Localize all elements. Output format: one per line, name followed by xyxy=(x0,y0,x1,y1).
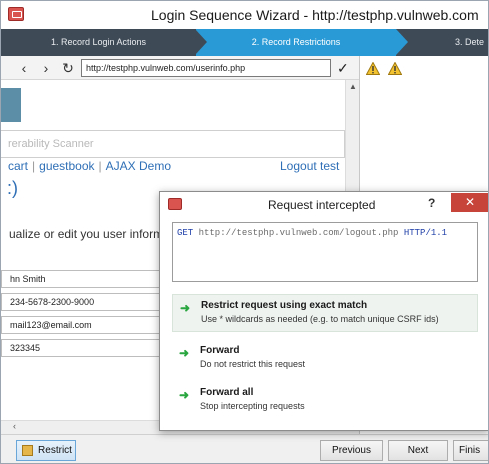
dialog-title: Request intercepted xyxy=(268,198,376,212)
banner-text: rerability Scanner xyxy=(8,138,94,150)
option-forward-all[interactable]: ➜ Forward all Stop intercepting requests xyxy=(172,382,478,420)
scroll-left-icon[interactable]: ‹ xyxy=(13,421,16,431)
menu-link-cart[interactable]: cart xyxy=(8,159,28,173)
reload-icon[interactable]: ↻ xyxy=(59,59,77,77)
option-description: Use * wildcards as needed (e.g. to match… xyxy=(201,314,439,324)
site-menu: cart | guestbook | AJAX Demo xyxy=(8,159,172,173)
logout-link[interactable]: Logout test xyxy=(280,159,339,173)
arrow-right-icon: ➜ xyxy=(179,388,190,402)
request-url: http://testphp.vulnweb.com/logout.php xyxy=(198,228,399,238)
chevron-right-icon[interactable]: › xyxy=(37,59,55,77)
request-method: GET xyxy=(177,228,194,238)
help-icon[interactable]: ? xyxy=(428,196,435,210)
bottom-bar: Restrict Previous Next Finis xyxy=(1,434,488,463)
url-input[interactable]: http://testphp.vulnweb.com/userinfo.php xyxy=(81,59,331,77)
step-detect[interactable]: 3. Dete xyxy=(401,29,488,56)
app-icon xyxy=(168,198,182,210)
close-icon[interactable]: ✕ xyxy=(451,193,488,212)
warning-icon[interactable] xyxy=(366,62,380,75)
option-restrict-exact-match[interactable]: ➜ Restrict request using exact match Use… xyxy=(172,294,478,332)
name-field[interactable]: hn Smith xyxy=(1,270,161,288)
option-title: Restrict request using exact match xyxy=(201,300,368,311)
dialog-title-bar: Request intercepted ? ✕ xyxy=(160,192,488,218)
restrict-button-label: Restrict xyxy=(38,445,72,456)
finish-button[interactable]: Finis xyxy=(453,440,488,461)
option-description: Do not restrict this request xyxy=(200,359,306,369)
menu-link-guestbook[interactable]: guestbook xyxy=(39,159,94,173)
wizard-window: Login Sequence Wizard - http://testphp.v… xyxy=(0,0,489,464)
folder-icon xyxy=(22,445,33,456)
app-icon xyxy=(8,7,24,21)
page-heading-fragment: :) xyxy=(7,178,18,198)
browser-nav-bar: ‹ › ↻ http://testphp.vulnweb.com/userinf… xyxy=(1,56,359,80)
scroll-up-icon[interactable]: ▲ xyxy=(349,82,357,91)
credit-card-field[interactable]: 234-5678-2300-9000 xyxy=(1,293,161,311)
menu-link-ajax-demo[interactable]: AJAX Demo xyxy=(106,159,171,173)
title-bar: Login Sequence Wizard - http://testphp.v… xyxy=(1,1,488,29)
option-forward[interactable]: ➜ Forward Do not restrict this request xyxy=(172,340,478,378)
step-record-login-actions[interactable]: 1. Record Login Actions xyxy=(1,29,196,56)
request-intercepted-dialog: Request intercepted ? ✕ GET http://testp… xyxy=(159,191,488,431)
window-title: Login Sequence Wizard - http://testphp.v… xyxy=(151,7,479,23)
option-title: Forward all xyxy=(200,387,254,398)
option-description: Stop intercepting requests xyxy=(200,401,305,411)
warning-icon[interactable] xyxy=(388,62,402,75)
arrow-right-icon: ➜ xyxy=(179,346,190,360)
previous-button[interactable]: Previous xyxy=(320,440,383,461)
email-field[interactable]: mail123@email.com xyxy=(1,316,161,334)
phone-field[interactable]: 323345 xyxy=(1,339,161,357)
site-logo xyxy=(1,88,21,122)
request-text-area[interactable]: GET http://testphp.vulnweb.com/logout.ph… xyxy=(172,222,478,282)
chevron-left-icon[interactable]: ‹ xyxy=(15,59,33,77)
site-banner: rerability Scanner xyxy=(1,130,345,158)
restrict-button[interactable]: Restrict xyxy=(16,440,76,461)
step-record-restrictions[interactable]: 2. Record Restrictions xyxy=(195,29,408,56)
check-icon[interactable]: ✓ xyxy=(337,59,349,77)
intro-text: ualize or edit you user informa xyxy=(9,227,170,241)
option-title: Forward xyxy=(200,345,240,356)
wizard-steps: 1. Record Login Actions 2. Record Restri… xyxy=(1,29,488,56)
request-protocol: HTTP/1.1 xyxy=(403,228,448,238)
arrow-right-icon: ➜ xyxy=(180,301,191,315)
next-button[interactable]: Next xyxy=(388,440,448,461)
